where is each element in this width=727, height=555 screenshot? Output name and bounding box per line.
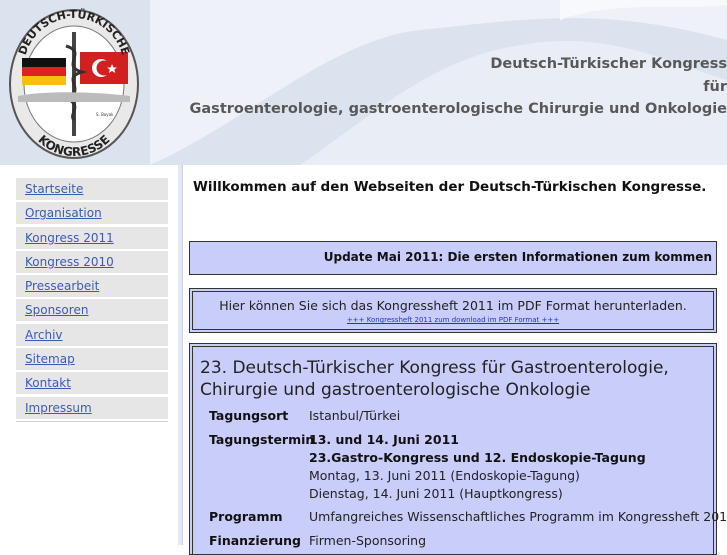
sidebar-item-sponsoren[interactable]: Sponsoren <box>16 299 168 322</box>
pdf-download-link[interactable]: +++ Kongressheft 2011 zum download im PD… <box>193 316 713 324</box>
programm-label: Programm <box>209 509 283 524</box>
finanzierung-value: Firmen-Sponsoring <box>309 533 426 548</box>
sidebar-nav: Startseite Organisation Kongress 2011 Ko… <box>16 178 168 422</box>
sidebar-item-kongress-2011[interactable]: Kongress 2011 <box>16 227 168 250</box>
header-title-line1: Deutsch-Türkischer Kongress <box>490 56 727 72</box>
sidebar-item-startseite[interactable]: Startseite <box>16 178 168 201</box>
tagungstermin-events: 23.Gastro-Kongress und 12. Endoskopie-Ta… <box>309 450 646 465</box>
congress-title: 23. Deutsch-Türkischer Kongress für Gast… <box>200 357 700 401</box>
sidebar-item-archiv[interactable]: Archiv <box>16 324 168 347</box>
kongresse-logo: DEUTSCH-TÜRKISCHE KONGRESSE S. Boyak <box>8 8 140 160</box>
sidebar-item-impressum[interactable]: Impressum <box>16 397 168 420</box>
tagungstermin-tuesday: Dienstag, 14. Juni 2011 (Hauptkongress) <box>309 486 563 501</box>
update-text: Update Mai 2011: Die ersten Informatione… <box>324 250 712 264</box>
column-divider-line <box>182 165 183 545</box>
programm-value: Umfangreiches Wissenschaftliches Program… <box>309 509 727 524</box>
tagungstermin-label: Tagungstermin <box>209 432 314 447</box>
header-banner: DEUTSCH-TÜRKISCHE KONGRESSE S. Boyak Deu… <box>0 0 727 165</box>
sidebar-item-pressearbeit[interactable]: Pressearbeit <box>16 275 168 298</box>
tagungsort-label: Tagungsort <box>209 408 288 423</box>
congress-info-box: 23. Deutsch-Türkischer Kongress für Gast… <box>189 343 717 555</box>
header-title-line3: Gastroenterologie, gastroenterologische … <box>190 101 727 117</box>
pdf-download-inner: Hier können Sie sich das Kongressheft 20… <box>192 291 714 330</box>
tagungsort-value: Istanbul/Türkei <box>309 408 400 423</box>
sidebar-item-kongress-2010[interactable]: Kongress 2010 <box>16 251 168 274</box>
tagungstermin-monday: Montag, 13. Juni 2011 (Endoskopie-Tagung… <box>309 468 580 483</box>
sidebar-divider <box>16 421 168 422</box>
sidebar-item-kontakt[interactable]: Kontakt <box>16 372 168 395</box>
sidebar-item-sitemap[interactable]: Sitemap <box>16 348 168 371</box>
header-title-line2: für <box>703 79 727 95</box>
logo-signature: S. Boyak <box>96 112 114 117</box>
update-marquee-box: Update Mai 2011: Die ersten Informatione… <box>189 241 717 275</box>
congress-info-inner: 23. Deutsch-Türkischer Kongress für Gast… <box>192 346 714 554</box>
pdf-download-box: Hier können Sie sich das Kongressheft 20… <box>189 288 717 333</box>
pdf-download-text: Hier können Sie sich das Kongressheft 20… <box>193 298 713 313</box>
sidebar-item-organisation[interactable]: Organisation <box>16 202 168 225</box>
finanzierung-label: Finanzierung <box>209 533 301 548</box>
tagungstermin-dates: 13. und 14. Juni 2011 <box>309 432 459 447</box>
welcome-heading: Willkommen auf den Webseiten der Deutsch… <box>193 179 706 195</box>
